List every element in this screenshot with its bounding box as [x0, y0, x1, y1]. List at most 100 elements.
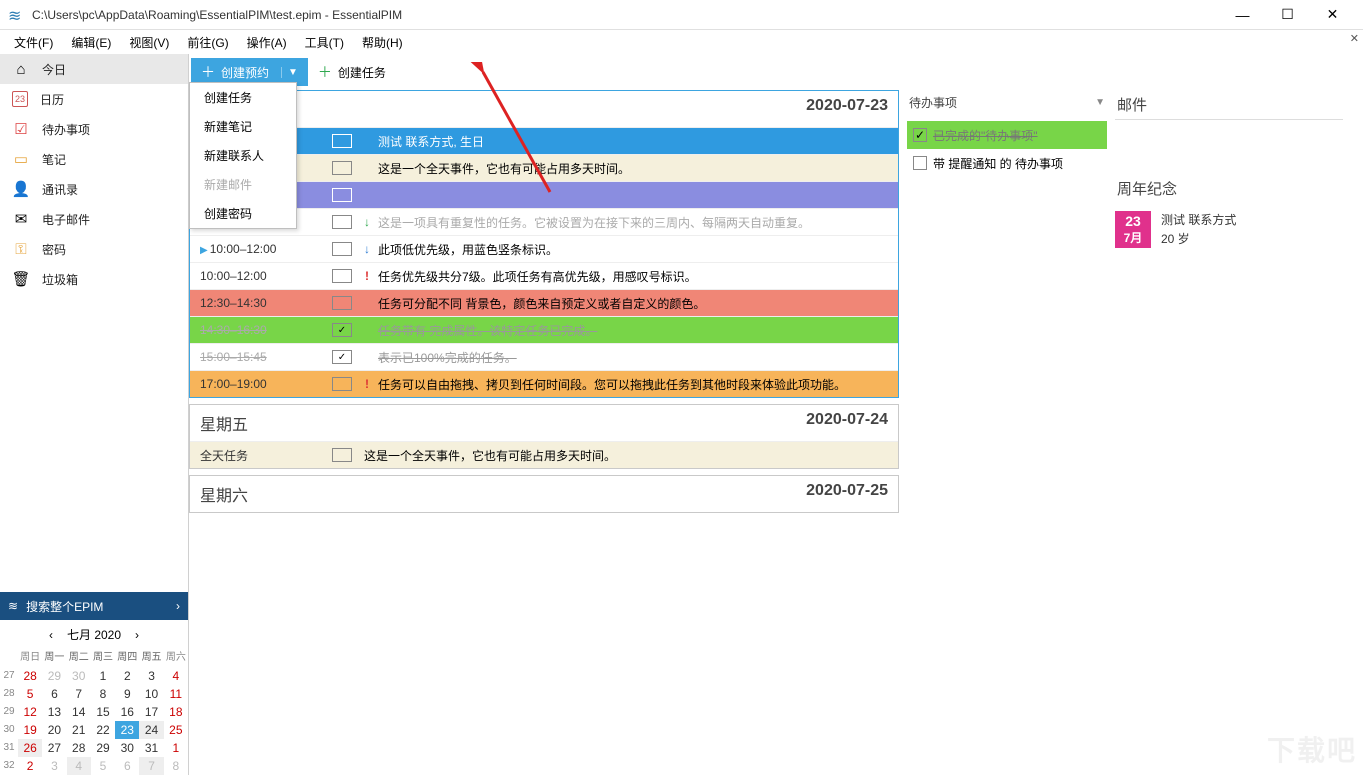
checkbox[interactable] — [332, 161, 352, 175]
checkbox[interactable] — [332, 377, 352, 391]
menu-tools[interactable]: 工具(T) — [297, 32, 352, 53]
cal-next[interactable]: › — [129, 628, 145, 642]
cal-day[interactable]: 29 — [91, 739, 115, 757]
minimize-button[interactable]: — — [1220, 1, 1265, 29]
cal-day[interactable]: 6 — [42, 685, 66, 703]
cal-day[interactable]: 16 — [115, 703, 139, 721]
check-icon: ☑ — [12, 120, 30, 138]
maximize-button[interactable]: ☐ — [1265, 1, 1310, 29]
create-task-button[interactable]: ＋ 创建任务 — [308, 58, 396, 86]
cal-day[interactable]: 30 — [115, 739, 139, 757]
cal-day[interactable]: 19 — [18, 721, 42, 739]
checkbox[interactable] — [332, 242, 352, 256]
cal-day[interactable]: 1 — [91, 667, 115, 685]
cal-day[interactable]: 8 — [91, 685, 115, 703]
dropdown-item[interactable]: 新建笔记 — [190, 112, 296, 141]
menu-file[interactable]: 文件(F) — [6, 32, 61, 53]
event-row[interactable]: 12:30–14:30 任务可分配不同 背景色，颜色来自预定义或者自定义的颜色。 — [190, 289, 898, 316]
nav-trash[interactable]: 🗑 垃圾箱 — [0, 264, 188, 294]
menu-actions[interactable]: 操作(A) — [239, 32, 295, 53]
checkbox[interactable] — [913, 156, 927, 170]
event-text: 这是一项具有重复性的任务。它被设置为在接下来的三周内、每隔两天自动重复。 — [374, 214, 898, 231]
anniversary-item[interactable]: 23 7月 测试 联系方式 20 岁 — [1115, 211, 1343, 248]
note-icon: ▭ — [12, 150, 30, 168]
event-row[interactable]: 10:00–12:00 ! 任务优先级共分7级。此项任务有高优先级，用感叹号标识… — [190, 262, 898, 289]
cal-day[interactable]: 1 — [164, 739, 188, 757]
cal-prev[interactable]: ‹ — [43, 628, 59, 642]
cal-day[interactable]: 17 — [139, 703, 163, 721]
nav-calendar[interactable]: 23 日历 — [0, 84, 188, 114]
nav-todo[interactable]: ☑ 待办事项 — [0, 114, 188, 144]
checkbox[interactable]: ✓ — [332, 323, 352, 337]
cal-day[interactable]: 7 — [67, 685, 91, 703]
cal-day[interactable]: 27 — [42, 739, 66, 757]
checkbox[interactable] — [332, 448, 352, 462]
cal-day[interactable]: 14 — [67, 703, 91, 721]
nav-today[interactable]: ⌂ 今日 — [0, 54, 188, 84]
todo-item[interactable]: ✓ 已完成的"待办事项" — [907, 121, 1107, 149]
cal-day[interactable]: 18 — [164, 703, 188, 721]
nav-passwords[interactable]: ⚿ 密码 — [0, 234, 188, 264]
menu-help[interactable]: 帮助(H) — [354, 32, 411, 53]
event-row[interactable]: 15:00–15:45 ✓ 表示已100%完成的任务。 — [190, 343, 898, 370]
cal-day[interactable]: 5 — [18, 685, 42, 703]
day-title: 星期五 — [200, 411, 248, 435]
cal-day[interactable]: 6 — [115, 757, 139, 775]
dropdown-item[interactable]: 创建任务 — [190, 83, 296, 112]
cal-day[interactable]: 10 — [139, 685, 163, 703]
cal-day[interactable]: 9 — [115, 685, 139, 703]
menubar-close-icon[interactable]: ✕ — [1350, 32, 1359, 45]
checkbox[interactable] — [332, 188, 352, 202]
checkbox[interactable]: ✓ — [913, 128, 927, 142]
cal-day[interactable]: 23 — [115, 721, 139, 739]
cal-day[interactable]: 22 — [91, 721, 115, 739]
cal-day[interactable]: 2 — [115, 667, 139, 685]
cal-day[interactable]: 8 — [164, 757, 188, 775]
cal-day[interactable]: 30 — [67, 667, 91, 685]
dropdown-item[interactable]: 创建密码 — [190, 199, 296, 228]
menu-goto[interactable]: 前往(G) — [179, 32, 236, 53]
cal-day[interactable]: 28 — [67, 739, 91, 757]
menu-view[interactable]: 视图(V) — [121, 32, 177, 53]
todo-item[interactable]: 带 提醒通知 的 待办事项 — [907, 149, 1107, 177]
cal-day[interactable]: 15 — [91, 703, 115, 721]
cal-day[interactable]: 5 — [91, 757, 115, 775]
cal-day[interactable]: 11 — [164, 685, 188, 703]
event-row[interactable]: 全天任务 这是一个全天事件，它也有可能占用多天时间。 — [190, 441, 898, 468]
cal-day[interactable]: 29 — [42, 667, 66, 685]
checkbox[interactable] — [332, 134, 352, 148]
menu-edit[interactable]: 编辑(E) — [63, 32, 119, 53]
close-button[interactable]: ✕ — [1310, 1, 1355, 29]
cal-day[interactable]: 3 — [42, 757, 66, 775]
cal-day[interactable]: 4 — [164, 667, 188, 685]
checkbox[interactable] — [332, 215, 352, 229]
cal-day[interactable]: 20 — [42, 721, 66, 739]
checkbox[interactable] — [332, 296, 352, 310]
dropdown-item[interactable]: 新建联系人 — [190, 141, 296, 170]
event-row[interactable]: 17:00–19:00 ! 任务可以自由拖拽、拷贝到任何时间段。您可以拖拽此任务… — [190, 370, 898, 397]
window-title: C:\Users\pc\AppData\Roaming\EssentialPIM… — [32, 8, 1220, 22]
checkbox[interactable]: ✓ — [332, 350, 352, 364]
cal-day[interactable]: 21 — [67, 721, 91, 739]
cal-day[interactable]: 2 — [18, 757, 42, 775]
cal-day[interactable]: 24 — [139, 721, 163, 739]
chevron-down-icon[interactable]: ▼ — [281, 67, 298, 78]
cal-day[interactable]: 7 — [139, 757, 163, 775]
cal-day[interactable]: 4 — [67, 757, 91, 775]
cal-day[interactable]: 12 — [18, 703, 42, 721]
cal-day[interactable]: 13 — [42, 703, 66, 721]
search-bar[interactable]: ≋ 搜索整个EPIM › — [0, 592, 188, 620]
cal-day[interactable]: 31 — [139, 739, 163, 757]
event-row[interactable]: ▶10:00–12:00 ↓ 此项低优先级，用蓝色竖条标识。 — [190, 235, 898, 262]
nav-notes[interactable]: ▭ 笔记 — [0, 144, 188, 174]
chevron-down-icon[interactable]: ▼ — [1095, 97, 1105, 108]
cal-day[interactable]: 26 — [18, 739, 42, 757]
cal-day[interactable]: 25 — [164, 721, 188, 739]
checkbox[interactable] — [332, 269, 352, 283]
event-row[interactable]: 14:30–16:30 ✓ 任务带有 完成属性。该特定任务已完成。 — [190, 316, 898, 343]
nav-mail[interactable]: ✉ 电子邮件 — [0, 204, 188, 234]
todo-panel-header[interactable]: 待办事项 ▼ — [907, 90, 1107, 115]
cal-day[interactable]: 28 — [18, 667, 42, 685]
nav-contacts[interactable]: 👤 通讯录 — [0, 174, 188, 204]
cal-day[interactable]: 3 — [139, 667, 163, 685]
